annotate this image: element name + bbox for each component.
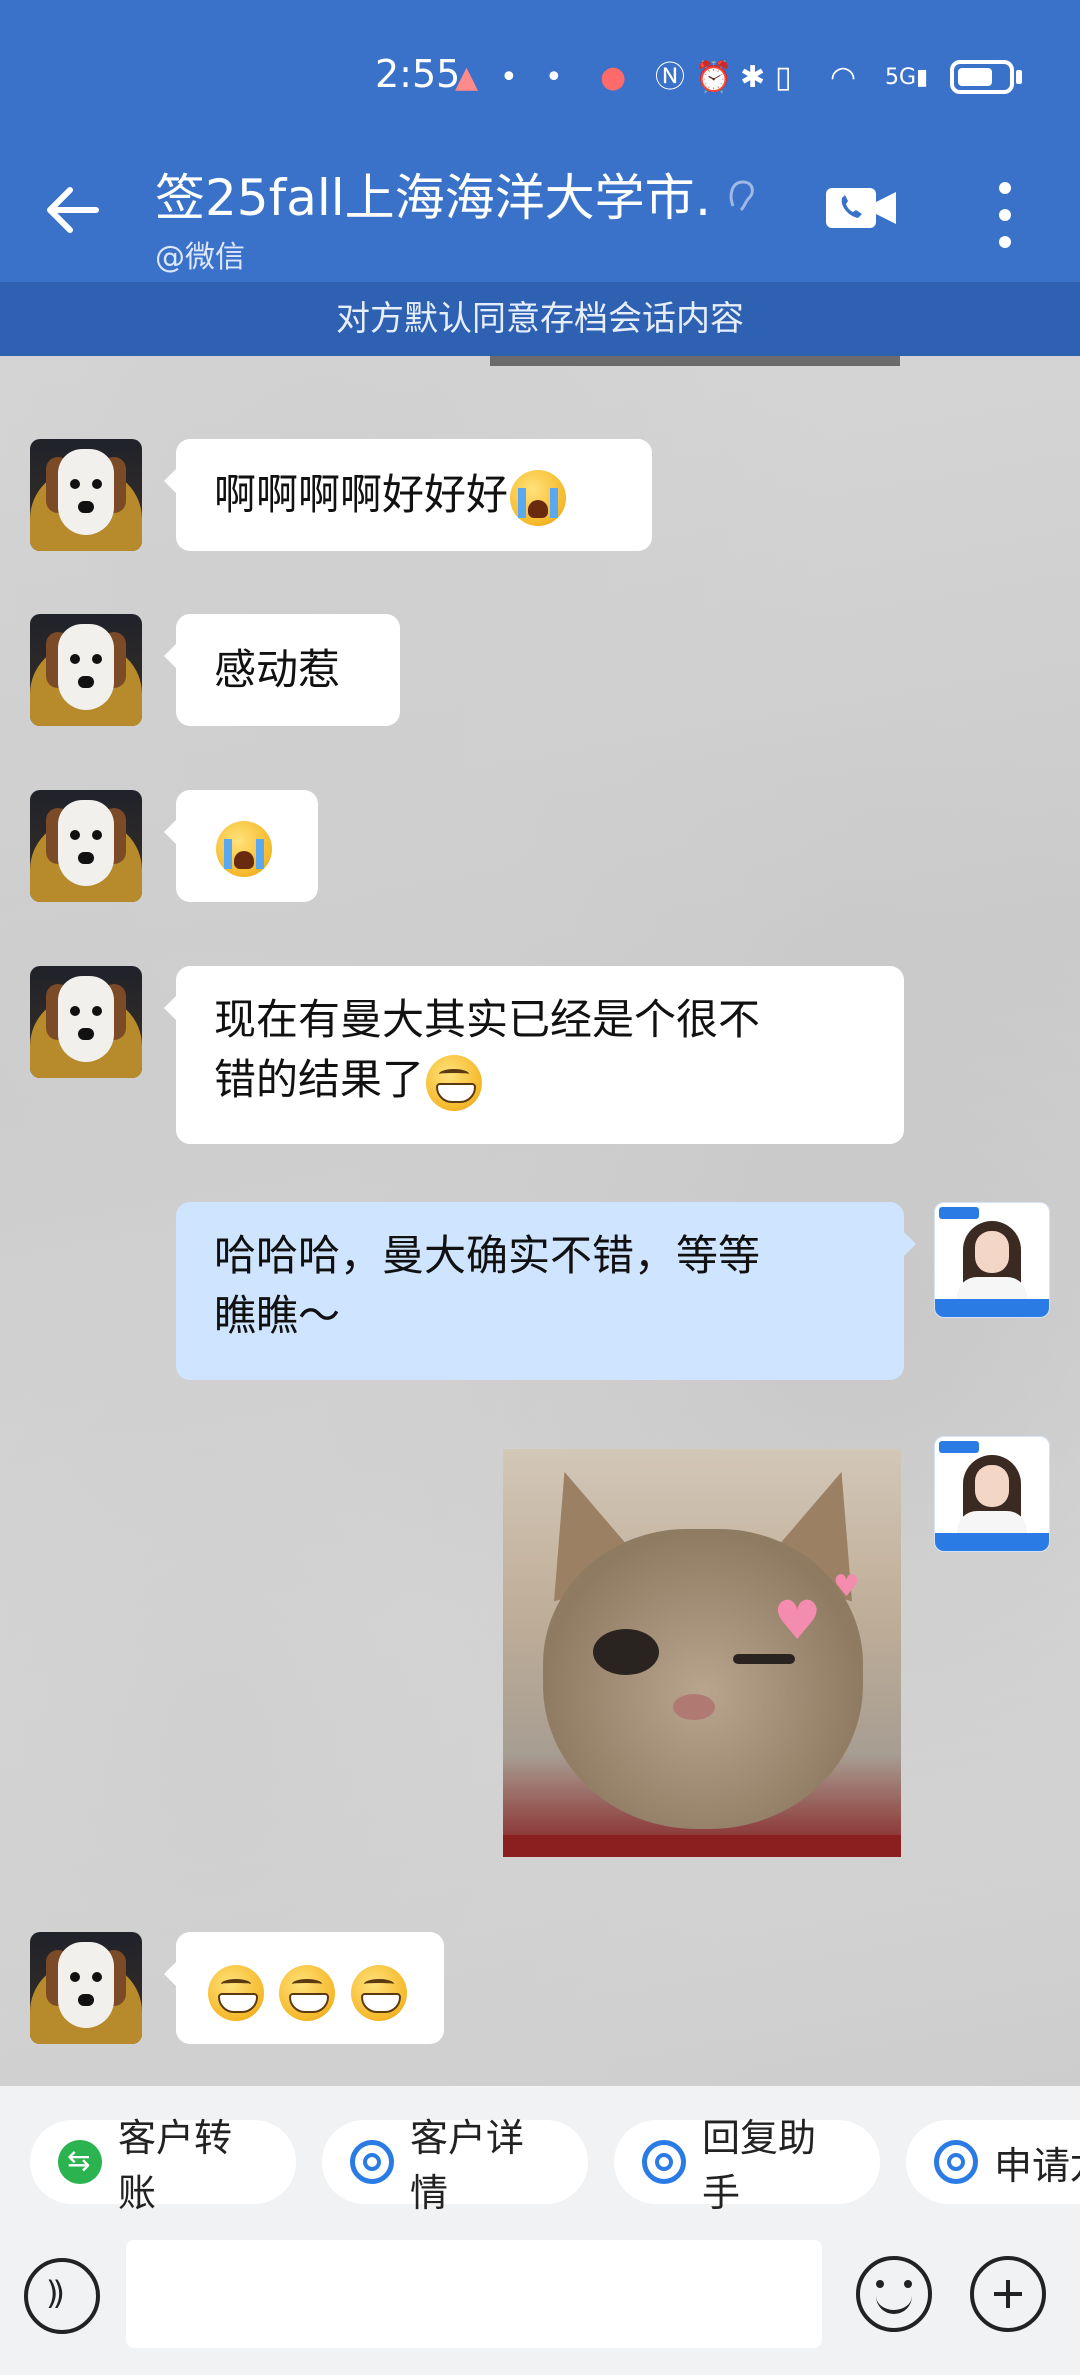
battery-tip [1016, 70, 1022, 84]
message-bubble[interactable]: 现在有曼大其实已经是个很不 错的结果了 [164, 966, 904, 1144]
avatar[interactable] [30, 790, 142, 902]
ear-icon [729, 180, 754, 212]
customer-transfer-button[interactable]: 客户转账 [30, 2116, 296, 2215]
heart-icon: ♥ [773, 1589, 822, 1652]
voice-input-icon[interactable] [24, 2258, 100, 2334]
detail-icon [350, 2140, 394, 2184]
avatar[interactable] [30, 966, 142, 1078]
wifi-icon: ◠ [830, 60, 857, 95]
vibrate-icon: ▯ [775, 60, 792, 95]
nfc-icon: Ⓝ [655, 60, 685, 95]
app-icon: • [545, 60, 563, 95]
chip-label: 客户转账 [118, 2116, 233, 2215]
avatar[interactable] [30, 614, 142, 726]
avatar[interactable] [30, 1932, 142, 2044]
transfer-icon [58, 2140, 102, 2184]
bluetooth-icon: ✱ [740, 60, 766, 95]
grinning-emoji-icon [279, 1964, 336, 2021]
customer-detail-button[interactable]: 客户详情 [322, 2116, 588, 2215]
chat-area[interactable]: 啊啊啊啊好好好 感动惹 现在有曼大其实已经是个很不 错的结果了 哈哈哈，曼大确实… [0, 356, 1080, 2086]
input-bar [0, 2232, 1080, 2375]
emoji-picker-icon[interactable] [856, 2256, 932, 2332]
chat-title[interactable]: 签25fall上海海洋大学市… [155, 158, 715, 230]
message-text: 感动惹 [214, 645, 341, 694]
agent-avatar[interactable] [934, 1202, 1050, 1318]
alarm-icon: ⏰ [695, 60, 733, 95]
quick-action-bar[interactable]: 客户转账 客户详情 回复助手 申请龙 [0, 2086, 1080, 2232]
message-bubble[interactable] [164, 1932, 444, 2044]
crying-emoji-icon [216, 820, 272, 877]
message-bubble[interactable]: 啊啊啊啊好好好 [164, 439, 652, 551]
apply-icon [934, 2140, 978, 2184]
notification-icon: ▲ [455, 60, 479, 95]
avatar[interactable] [30, 439, 142, 551]
message-line: 瞧瞧～ [214, 1291, 341, 1340]
grinning-emoji-icon [426, 1054, 483, 1111]
chat-source: @微信 [155, 240, 245, 275]
cat-sticker-image[interactable]: ♥ ♥ [503, 1449, 901, 1857]
chip-label: 申请龙 [994, 2143, 1080, 2188]
agent-avatar[interactable] [934, 1436, 1050, 1552]
status-time: 2:55 [375, 52, 461, 96]
message-input[interactable] [126, 2240, 822, 2348]
archive-notice: 对方默认同意存档会话内容 [0, 282, 1080, 356]
back-arrow-icon[interactable] [42, 180, 102, 240]
reply-assistant-button[interactable]: 回复助手 [614, 2116, 880, 2215]
message-bubble[interactable] [164, 790, 318, 902]
chip-label: 客户详情 [410, 2116, 525, 2215]
battery-icon [950, 60, 1014, 94]
grinning-emoji-icon [350, 1964, 407, 2021]
crying-emoji-icon [510, 469, 567, 526]
status-bar: 2:55 ▲ • • ● Ⓝ ⏰ ✱ ▯ ◠ 5G▮ [0, 0, 1080, 150]
more-actions-icon[interactable] [970, 2256, 1046, 2332]
message-bubble[interactable]: 感动惹 [164, 614, 400, 726]
assistant-icon [642, 2140, 686, 2184]
outgoing-message-bubble[interactable]: 哈哈哈，曼大确实不错，等等 瞧瞧～ [176, 1202, 916, 1380]
call-icon[interactable] [826, 184, 898, 232]
chat-header: 签25fall上海海洋大学市… @微信 [0, 140, 1080, 282]
message-line: 错的结果了 [214, 1055, 425, 1104]
status-icons: ▲ • • ● Ⓝ ⏰ ✱ ▯ ◠ 5G▮ [455, 58, 1015, 98]
app-icon: ● [600, 60, 627, 95]
more-menu-icon[interactable] [995, 180, 1015, 250]
message-text: 啊啊啊啊好好好 [214, 470, 509, 519]
message-line: 哈哈哈，曼大确实不错，等等 [214, 1231, 761, 1280]
chip-label: 回复助手 [702, 2116, 817, 2215]
app-icon: • [500, 60, 518, 95]
previous-image-edge [490, 356, 900, 366]
message-line: 现在有曼大其实已经是个很不 [214, 995, 761, 1044]
apply-button[interactable]: 申请龙 [906, 2120, 1080, 2204]
heart-icon: ♥ [833, 1569, 860, 1604]
signal-5g-icon: 5G▮ [885, 65, 929, 90]
grinning-emoji-icon [208, 1964, 264, 2021]
